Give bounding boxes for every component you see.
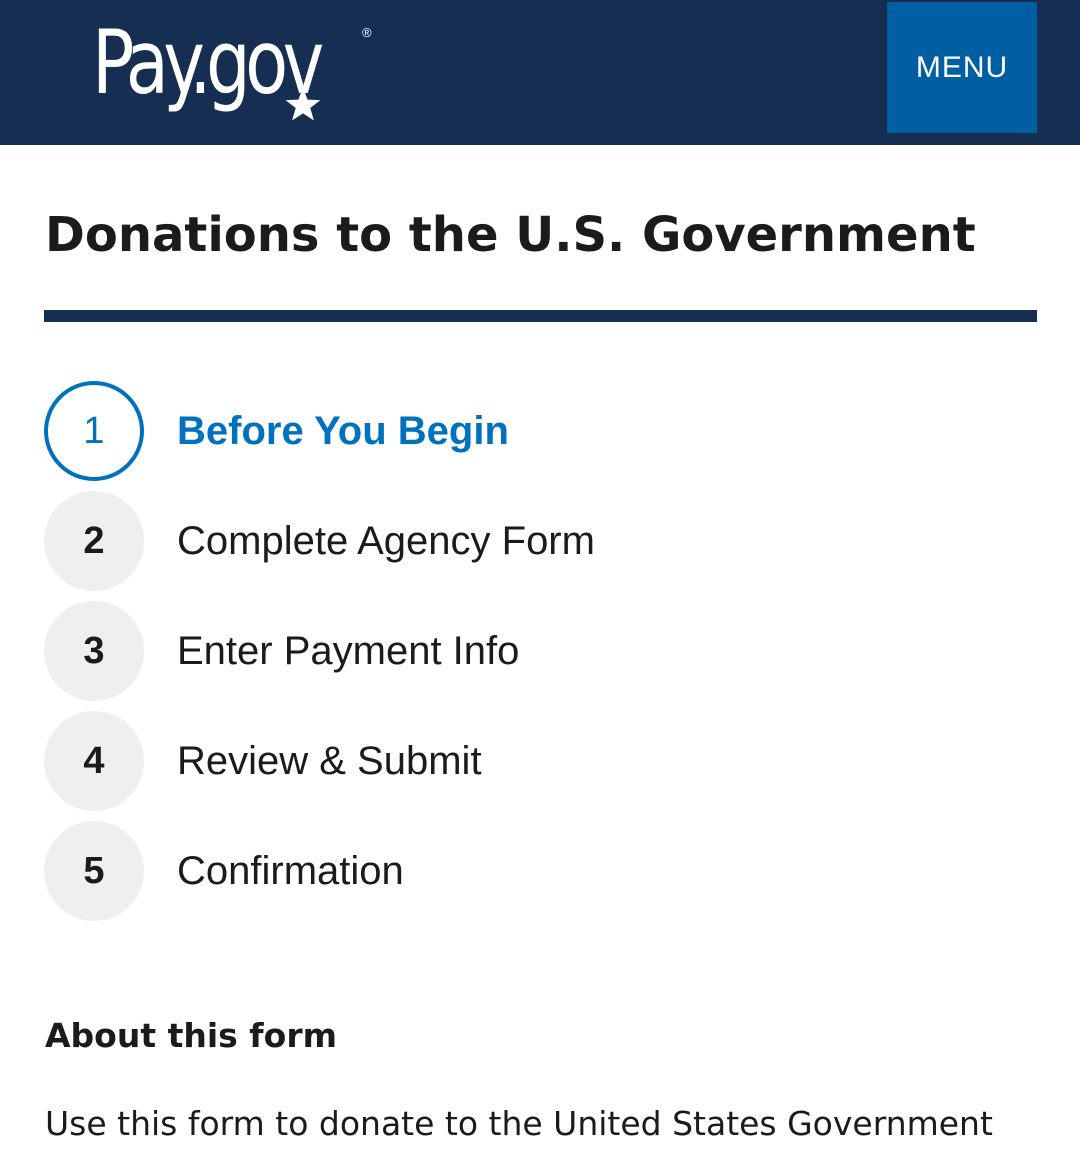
step-label: Complete Agency Form: [177, 518, 595, 563]
menu-button[interactable]: MENU: [887, 2, 1037, 133]
step-item-before-you-begin: 1 Before You Begin: [44, 376, 1037, 486]
step-label: Confirmation: [177, 848, 404, 893]
title-divider: [44, 310, 1037, 322]
step-label: Enter Payment Info: [177, 628, 520, 673]
step-number-circle: 2: [44, 491, 144, 591]
step-number-circle: 1: [44, 381, 144, 481]
step-item-complete-agency-form: 2 Complete Agency Form: [44, 486, 1037, 596]
star-icon: [285, 87, 321, 121]
paygov-logo[interactable]: Pay.gov ®: [92, 8, 375, 128]
step-item-review-submit: 4 Review & Submit: [44, 706, 1037, 816]
about-description: Use this form to donate to the United St…: [45, 1104, 993, 1143]
step-label: Before You Begin: [177, 408, 509, 453]
page-title: Donations to the U.S. Government: [45, 207, 976, 263]
step-label: Review & Submit: [177, 738, 482, 783]
step-number-circle: 5: [44, 821, 144, 921]
step-number-circle: 3: [44, 601, 144, 701]
registered-mark: ®: [362, 25, 372, 40]
site-header: Pay.gov ® MENU: [0, 0, 1080, 145]
step-item-confirmation: 5 Confirmation: [44, 816, 1037, 926]
about-heading: About this form: [45, 1016, 337, 1055]
step-item-enter-payment-info: 3 Enter Payment Info: [44, 596, 1037, 706]
step-number-circle: 4: [44, 711, 144, 811]
step-indicator: 1 Before You Begin 2 Complete Agency For…: [44, 376, 1037, 926]
